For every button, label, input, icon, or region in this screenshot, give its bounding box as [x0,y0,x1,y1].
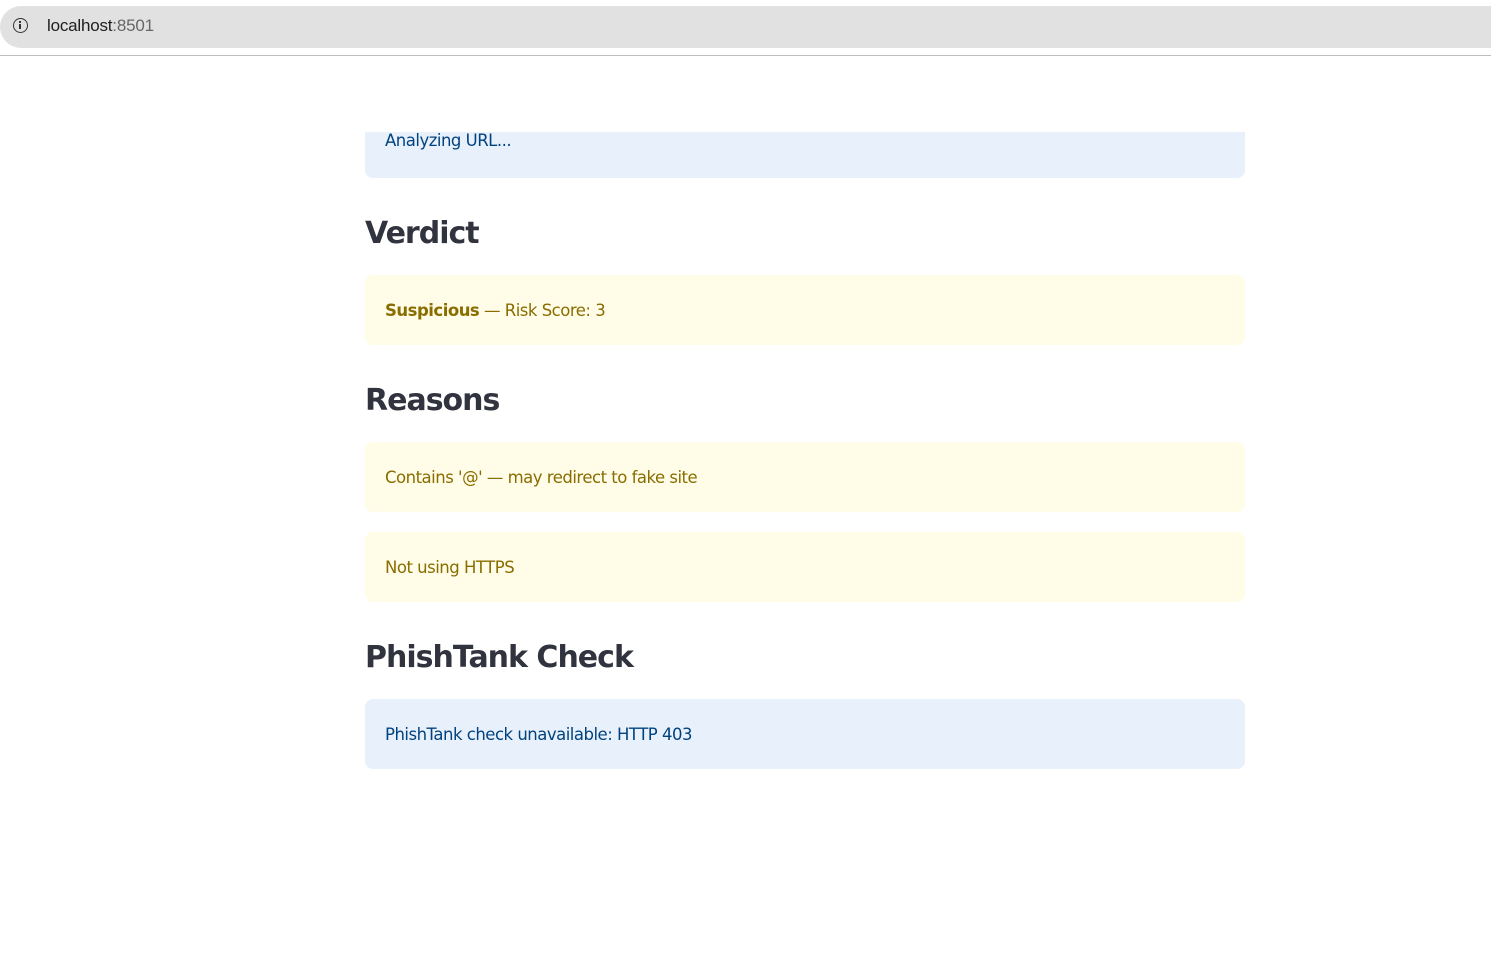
phishtank-alert: PhishTank check unavailable: HTTP 403 [365,699,1245,769]
analyzing-status-alert: Analyzing URL... [365,131,1245,178]
verdict-detail: — Risk Score: 3 [479,300,606,320]
url-text[interactable]: localhost:8501 [47,16,154,36]
url-port: :8501 [112,16,154,35]
phishtank-heading: PhishTank Check [365,640,634,675]
phishtank-message: PhishTank check unavailable: HTTP 403 [385,724,692,744]
verdict-alert: Suspicious — Risk Score: 3 [365,275,1245,345]
info-circle-icon[interactable] [13,18,28,33]
url-host: localhost [47,16,113,35]
reason-text: Not using HTTPS [385,557,515,577]
analyzing-status-text: Analyzing URL... [385,131,512,150]
reason-text: Contains '@' — may redirect to fake site [385,467,698,487]
address-bar[interactable]: localhost:8501 [0,6,1491,48]
verdict-text: Suspicious — Risk Score: 3 [385,300,606,320]
reasons-heading: Reasons [365,383,500,418]
verdict-heading: Verdict [365,216,480,251]
toolbar-divider [0,55,1491,56]
main-content: Analyzing URL... Verdict Suspicious — Ri… [365,131,1245,769]
reason-alert: Not using HTTPS [365,532,1245,602]
reason-alert: Contains '@' — may redirect to fake site [365,442,1245,512]
verdict-label: Suspicious [385,300,480,320]
